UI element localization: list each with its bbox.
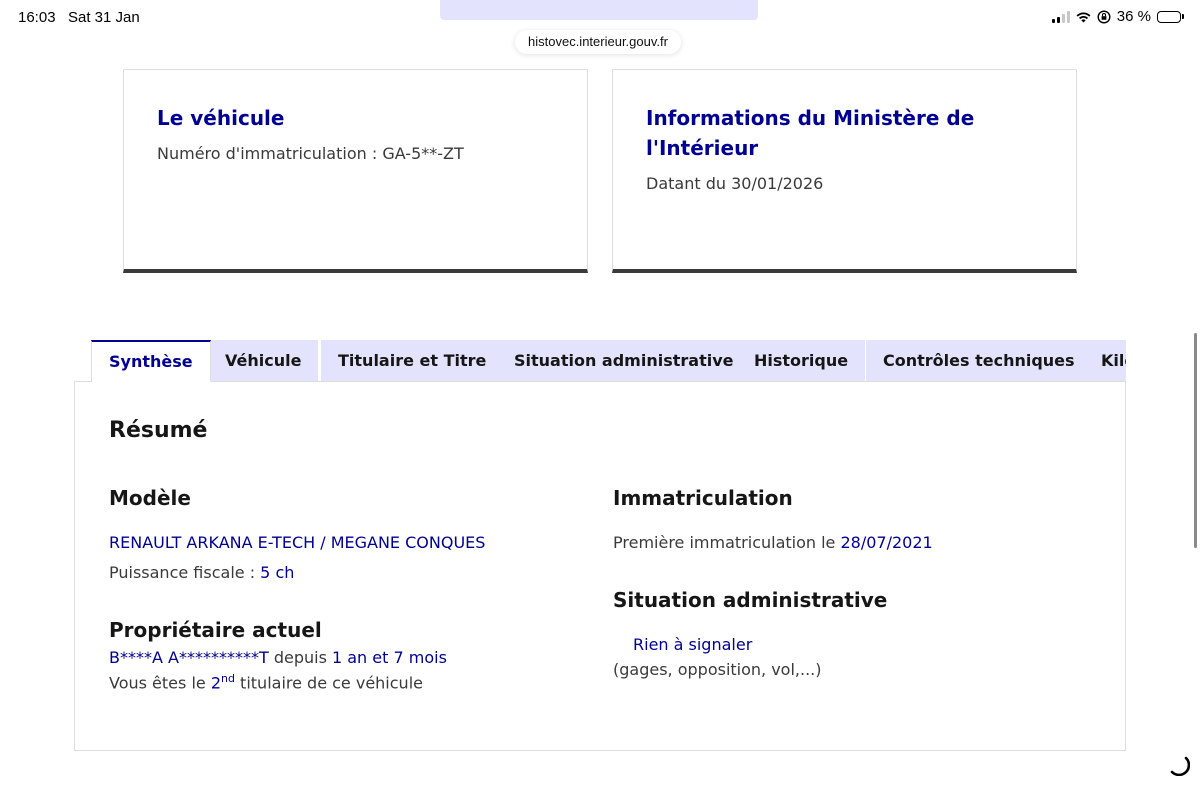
admin-status: Rien à signaler <box>633 635 753 654</box>
owner-rank-prefix: Vous êtes le <box>109 673 211 693</box>
vehicle-card-title: Le véhicule <box>157 106 285 130</box>
owner-name: B****A A**********T <box>109 648 269 667</box>
owner-rank: Vous êtes le 2nd titulaire de ce véhicul… <box>109 672 423 692</box>
registration-number: Numéro d'immatriculation : GA-5**-ZT <box>157 144 464 163</box>
ministry-card-title: Informations du Ministère de l'Intérieur <box>646 106 975 160</box>
tab-situation-administrative[interactable]: Situation administrative <box>497 340 751 382</box>
status-date: Sat 31 Jan <box>68 9 140 26</box>
first-registration-date: 28/07/2021 <box>840 533 933 552</box>
wifi-icon <box>1076 11 1091 23</box>
orientation-lock-icon <box>1097 9 1111 24</box>
tab-controles-techniques[interactable]: Contrôles techniques <box>866 340 1092 382</box>
loading-spinner-icon <box>1168 754 1191 780</box>
tab-titulaire-titre[interactable]: Titulaire et Titre <box>321 340 504 382</box>
model-title: Modèle <box>109 486 191 510</box>
owner-since-value: 1 an et 7 mois <box>331 648 447 667</box>
status-time: 16:03 <box>18 9 56 26</box>
tab-vehicule[interactable]: Véhicule <box>208 340 319 382</box>
owner-rank-number: 2 <box>210 673 221 693</box>
vehicle-card: Le véhicule Numéro d'immatriculation : G… <box>123 69 588 273</box>
fiscal-power-value: 5 ch <box>260 563 295 582</box>
battery-icon <box>1157 10 1184 23</box>
owner-since-label: depuis <box>268 648 332 667</box>
admin-note: (gages, opposition, vol,...) <box>613 660 822 679</box>
owner-rank-suffix: nd <box>221 672 235 685</box>
status-indicators: 36 % <box>1051 8 1184 25</box>
tab-kilometrage[interactable]: Kilométrage <box>1084 340 1126 382</box>
url-bar[interactable]: histovec.interieur.gouv.fr <box>515 30 681 54</box>
tab-historique[interactable]: Historique <box>737 340 866 382</box>
synthese-panel: Résumé Modèle RENAULT ARKANA E-TECH / ME… <box>74 381 1126 751</box>
battery-percent: 36 % <box>1116 8 1151 25</box>
owner-info: B****A A**********T depuis 1 an et 7 moi… <box>109 648 447 667</box>
signal-icon <box>1051 10 1070 23</box>
first-registration: Première immatriculation le 28/07/2021 <box>613 533 933 552</box>
tab-bar: Synthèse Véhicule Titulaire et Titre Sit… <box>91 340 1126 382</box>
tab-synthese[interactable]: Synthèse <box>91 340 211 382</box>
summary-title: Résumé <box>109 418 208 443</box>
fiscal-power: Puissance fiscale : 5 ch <box>109 563 294 582</box>
data-date: Datant du 30/01/2026 <box>646 174 824 193</box>
registration-title: Immatriculation <box>613 486 793 510</box>
top-banner <box>440 0 758 20</box>
fiscal-power-label: Puissance fiscale : <box>109 563 261 582</box>
model-name: RENAULT ARKANA E-TECH / MEGANE CONQUES <box>109 533 486 552</box>
admin-title: Situation administrative <box>613 588 888 612</box>
ministry-card: Informations du Ministère de l'Intérieur… <box>612 69 1077 273</box>
first-registration-label: Première immatriculation le <box>613 533 841 552</box>
page-scrollbar[interactable] <box>1194 333 1197 548</box>
owner-rank-end: titulaire de ce véhicule <box>234 673 423 693</box>
owner-title: Propriétaire actuel <box>109 618 322 642</box>
